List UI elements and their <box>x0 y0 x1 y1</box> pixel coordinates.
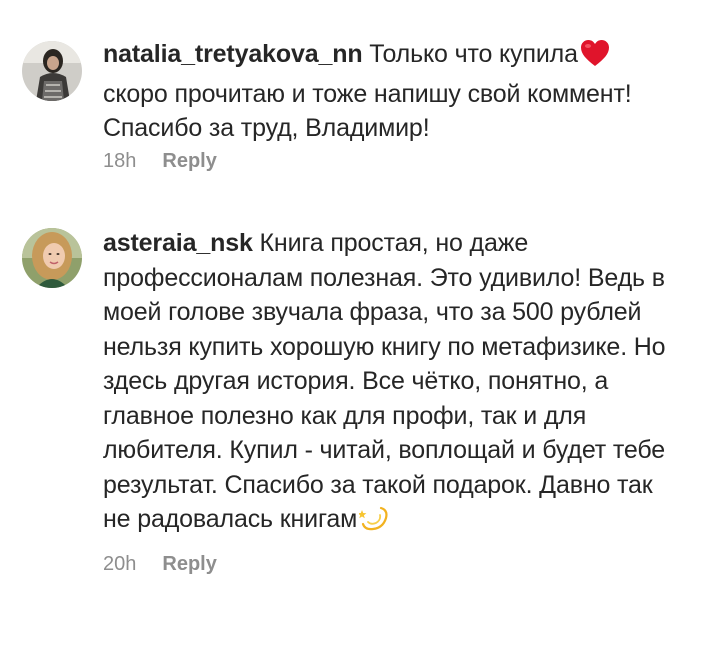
reply-button[interactable]: Reply <box>162 150 216 173</box>
username[interactable]: asteraia_nsk <box>103 229 253 257</box>
comment-meta: 18h Reply <box>103 150 217 173</box>
comment-meta: 20h Reply <box>103 553 217 576</box>
comment-body: Только что купила <box>369 40 578 68</box>
avatar-image <box>22 41 82 101</box>
username[interactable]: natalia_tretyakova_nn <box>103 40 363 68</box>
avatar[interactable] <box>22 228 82 288</box>
comment-body-continued: скоро прочитаю и тоже напишу свой коммен… <box>103 79 632 143</box>
dizzy-icon <box>357 504 389 542</box>
comment-text: asteraia_nsk Книга простая, но даже проф… <box>103 226 673 542</box>
timestamp: 18h <box>103 150 137 172</box>
timestamp: 20h <box>103 553 137 575</box>
comment-body: Книга простая, но даже профессионалам по… <box>103 229 666 533</box>
avatar[interactable] <box>22 41 82 101</box>
reply-button[interactable]: Reply <box>162 553 216 576</box>
heart-icon <box>580 39 610 77</box>
avatar-image <box>22 228 82 288</box>
comment-text: natalia_tretyakova_nn Только что купила … <box>103 37 673 146</box>
